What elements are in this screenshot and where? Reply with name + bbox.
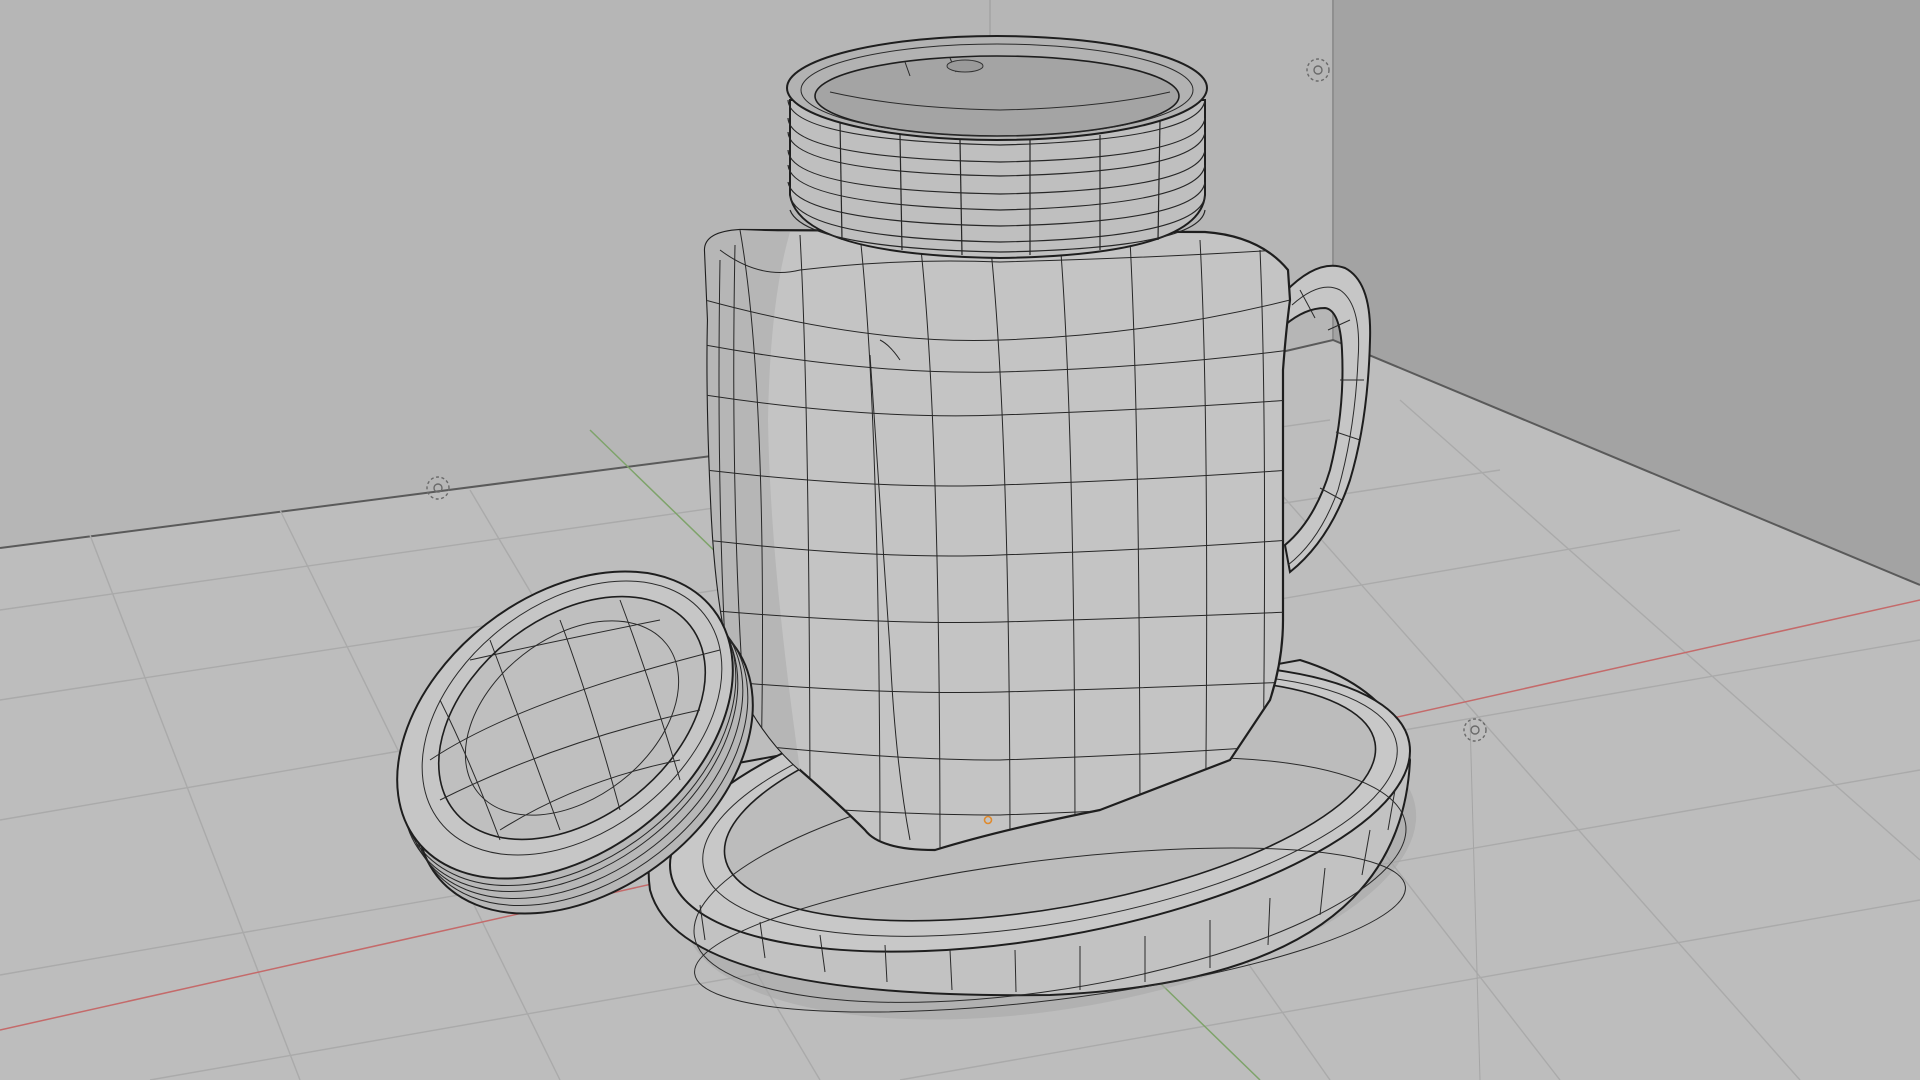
jar-mouth-opening bbox=[814, 55, 1180, 137]
3d-viewport[interactable] bbox=[0, 0, 1920, 1080]
viewport-canvas[interactable] bbox=[0, 0, 1920, 1080]
jar-mouth-notch bbox=[946, 59, 984, 73]
